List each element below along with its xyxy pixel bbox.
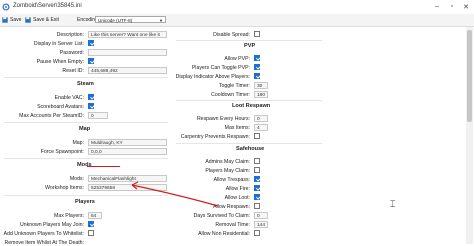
title-bar: Zomboid\Server\35845.ini – ▫ ✕ bbox=[0, 0, 474, 14]
chevron-down-icon: ▼ bbox=[159, 18, 163, 23]
max-items-input[interactable]: 4 bbox=[254, 124, 268, 131]
encoding-select[interactable]: Unicode (UTF-8) ▼ bbox=[95, 16, 166, 23]
max-items-label: Max Items: bbox=[224, 125, 250, 131]
toggle-timer-label: Toggle Timer: bbox=[218, 83, 250, 89]
disable-spread-checkbox[interactable] bbox=[254, 31, 260, 37]
map-input[interactable]: Muldraugh, KY bbox=[88, 139, 167, 146]
allow-fire-label: Allow Fire: bbox=[225, 186, 250, 192]
scoreboard-avatars-label: Scoreboard Avatars: bbox=[37, 104, 84, 110]
force-spawn-label: Force Spawnpoint: bbox=[40, 149, 84, 155]
allow-non-residential-checkbox[interactable] bbox=[254, 230, 260, 236]
allow-trespass-checkbox[interactable] bbox=[254, 176, 260, 182]
allow-respawn-checkbox[interactable] bbox=[254, 203, 260, 209]
save-button[interactable]: Save bbox=[2, 15, 21, 24]
map-label: Map: bbox=[72, 140, 84, 146]
safehouse-section-title: Safehouse bbox=[236, 146, 265, 152]
mouse-cursor-icon: ⌶ bbox=[390, 199, 396, 209]
close-icon: ✕ bbox=[463, 3, 469, 11]
password-input[interactable] bbox=[88, 49, 167, 56]
display-in-list-checkbox[interactable] bbox=[88, 40, 94, 46]
allow-loot-checkbox[interactable] bbox=[254, 194, 260, 200]
display-in-list-label: Display in Server List: bbox=[33, 41, 84, 47]
allow-pvp-label: Allow PVP: bbox=[224, 56, 250, 62]
days-survived-label: Days Survived To Claim: bbox=[193, 213, 250, 219]
divider bbox=[176, 143, 322, 144]
cooldown-timer-label: Cooldown Timer: bbox=[211, 92, 250, 98]
carpentry-prevents-checkbox[interactable] bbox=[254, 133, 260, 139]
window-title: Zomboid\Server\35845.ini bbox=[13, 3, 82, 9]
allow-pvp-checkbox[interactable] bbox=[254, 55, 260, 61]
players-toggle-pvp-label: Players Can Toggle PVP: bbox=[191, 65, 250, 71]
display-indicator-checkbox[interactable] bbox=[254, 73, 260, 79]
removal-time-input[interactable]: 144 bbox=[254, 221, 268, 228]
save-label: Save bbox=[10, 16, 22, 23]
players-claim-label: Players May Claim: bbox=[205, 168, 250, 174]
cooldown-timer-input[interactable]: 180 bbox=[254, 91, 268, 98]
divider bbox=[176, 100, 322, 101]
admins-claim-label: Admins May Claim: bbox=[205, 159, 250, 165]
maximize-icon: ▫ bbox=[450, 3, 454, 10]
toggle-timer-input[interactable]: 30 bbox=[254, 82, 268, 89]
toolbar: Save Save & Exit Encoding: Unicode (UTF-… bbox=[0, 14, 474, 27]
floppy-icon bbox=[2, 16, 8, 23]
pvp-section-title: PVP bbox=[244, 43, 256, 49]
allow-respawn-label: Allow Respawn: bbox=[213, 204, 250, 210]
allow-loot-label: Allow Loot: bbox=[224, 195, 250, 201]
encoding-value: Unicode (UTF-8) bbox=[98, 18, 133, 23]
display-indicator-label: Display Indicator Above Players: bbox=[175, 74, 250, 80]
force-spawn-input[interactable]: 0,0,0 bbox=[88, 148, 167, 155]
admins-claim-checkbox[interactable] bbox=[254, 158, 260, 164]
minimize-button[interactable]: – bbox=[430, 1, 444, 12]
players-toggle-pvp-checkbox[interactable] bbox=[254, 64, 260, 70]
minimize-icon: – bbox=[435, 3, 439, 10]
carpentry-prevents-label: Carpentry Prevents Respawn: bbox=[180, 134, 250, 140]
close-button[interactable]: ✕ bbox=[459, 1, 473, 12]
players-claim-checkbox[interactable] bbox=[254, 167, 260, 173]
scrollbar-thumb[interactable] bbox=[467, 30, 472, 122]
allow-non-residential-label: Allow Non Residential: bbox=[198, 231, 250, 237]
days-survived-input[interactable]: 0 bbox=[254, 212, 268, 219]
remove-item-label: Remove Item Whilst At The Death: bbox=[4, 240, 84, 246]
gear-icon bbox=[2, 3, 10, 11]
respawn-every-input[interactable]: 0 bbox=[254, 115, 268, 122]
floppy-exit-icon bbox=[25, 16, 31, 23]
divider bbox=[4, 122, 168, 123]
loot-respawn-section-title: Loot Respawn bbox=[232, 103, 271, 109]
allow-fire-checkbox[interactable] bbox=[254, 185, 260, 191]
allow-trespass-label: Allow Trespass: bbox=[213, 177, 250, 183]
save-exit-label: Save & Exit bbox=[33, 16, 59, 23]
scoreboard-avatars-checkbox[interactable] bbox=[88, 103, 94, 109]
disable-spread-label: Disable Spread: bbox=[213, 32, 250, 38]
removal-time-label: Removal Time: bbox=[215, 222, 250, 228]
save-exit-button[interactable]: Save & Exit bbox=[25, 15, 59, 24]
divider bbox=[176, 40, 322, 41]
annotation-underline bbox=[87, 166, 120, 168]
maximize-button[interactable]: ▫ bbox=[445, 1, 459, 12]
respawn-every-label: Respawn Every Hours: bbox=[196, 116, 250, 122]
